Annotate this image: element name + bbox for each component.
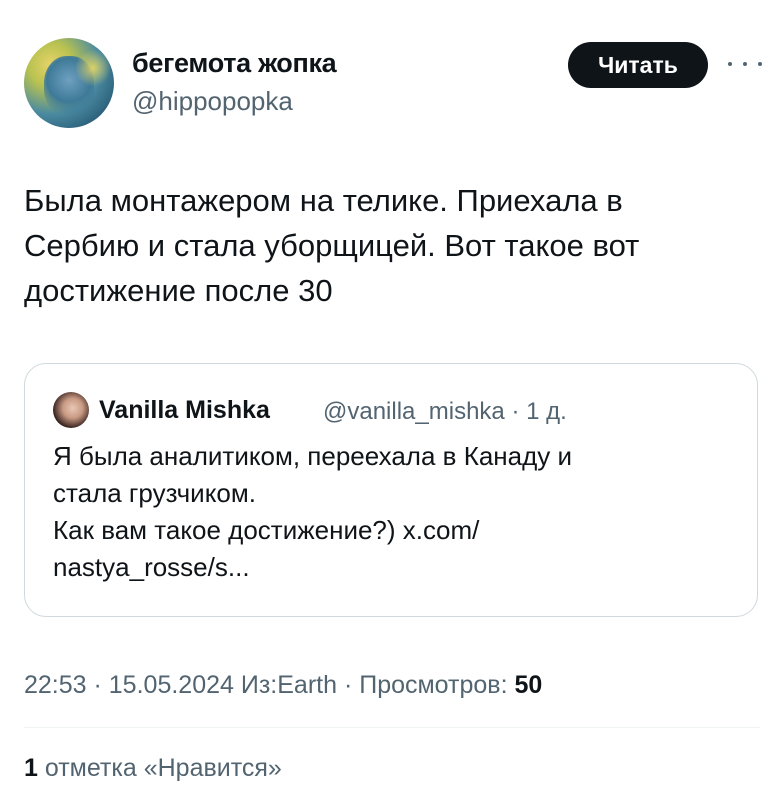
tweet-meta: 22:53 · 15.05.2024 Из:Earth · Просмотров… — [24, 671, 542, 700]
follow-button[interactable]: Читать — [568, 42, 708, 88]
separator: · — [337, 671, 360, 699]
tweet-text: Была монтажером на телике. Приехала в Се… — [24, 183, 640, 308]
author-display-name[interactable]: бегемота жопка — [132, 48, 337, 79]
dot — [758, 62, 762, 66]
views-label: Просмотров: — [359, 671, 515, 699]
divider — [24, 727, 760, 728]
quoted-author-meta: @vanilla_mishka · 1 д. — [323, 398, 567, 425]
tweet-date[interactable]: 15.05.2024 — [109, 671, 234, 699]
author-avatar[interactable] — [24, 38, 114, 128]
quoted-tweet-text: Я была аналитиком, переехала в Канаду и … — [53, 441, 573, 582]
likes-count: 1 — [24, 754, 38, 782]
quoted-author-avatar[interactable] — [53, 392, 89, 428]
views-count: 50 — [514, 671, 543, 699]
dot — [728, 62, 732, 66]
likes-label: отметка «Нравится» — [37, 754, 282, 782]
separator — [234, 671, 241, 699]
avatar-image-part — [76, 48, 110, 88]
dot — [743, 62, 747, 66]
tweet-time[interactable]: 22:53 — [24, 671, 87, 699]
more-horizontal-icon[interactable] — [728, 52, 762, 76]
tweet-source: Из:Earth — [240, 671, 337, 699]
author-handle[interactable]: @hippopopka — [132, 86, 293, 117]
likes-link[interactable]: 1 отметка «Нравится» — [24, 754, 282, 783]
quoted-author-name[interactable]: Vanilla Mishka — [99, 396, 270, 425]
separator: · — [86, 671, 109, 699]
quoted-tweet-card[interactable]: Vanilla Mishka @vanilla_mishka · 1 д. Я … — [24, 363, 758, 617]
